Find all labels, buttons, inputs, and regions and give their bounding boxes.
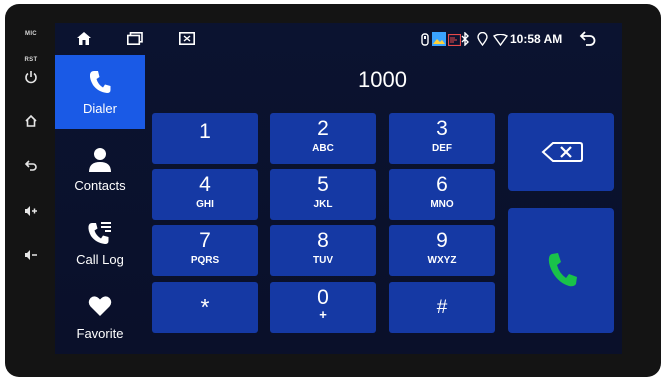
key-1[interactable]: 1 — [152, 113, 258, 164]
nav-item-contacts[interactable]: Contacts — [55, 135, 145, 209]
call-icon — [548, 252, 578, 293]
home-icon[interactable] — [76, 31, 92, 51]
key-5[interactable]: 5 JKL — [270, 169, 376, 220]
person-icon — [55, 147, 145, 173]
key-3[interactable]: 3 DEF — [389, 113, 495, 164]
call-log-icon — [55, 221, 145, 247]
back-icon[interactable] — [579, 30, 596, 51]
key-4[interactable]: 4 GHI — [152, 169, 258, 220]
key-star[interactable]: * — [152, 282, 258, 333]
power-icon[interactable] — [16, 70, 46, 87]
nav-label-dialer: Dialer — [83, 101, 117, 116]
nav-item-dialer[interactable]: Dialer — [55, 55, 145, 129]
nav-item-favorite[interactable]: Favorite — [55, 283, 145, 354]
home-icon[interactable] — [16, 114, 46, 131]
nav-label-call-log: Call Log — [76, 252, 124, 267]
dialer-screen: 10:58 AM Dialer Contacts Call Log Favori… — [55, 23, 622, 354]
volume-up-icon[interactable] — [16, 204, 46, 221]
reset-hole[interactable]: RST — [16, 48, 46, 64]
key-7[interactable]: 7 PQRS — [152, 225, 258, 276]
nav-label-favorite: Favorite — [76, 326, 124, 341]
dialed-number: 1000 — [358, 67, 407, 92]
nav-item-call-log[interactable]: Call Log — [55, 209, 145, 283]
key-8[interactable]: 8 TUV — [270, 225, 376, 276]
gallery-icon — [432, 32, 446, 51]
screen-icon[interactable] — [179, 32, 195, 50]
rst-label: RST — [24, 57, 38, 63]
clock: 10:58 AM — [510, 32, 563, 46]
mic-label: MIC — [25, 31, 37, 37]
key-9[interactable]: 9 WXYZ — [389, 225, 495, 276]
volume-down-icon[interactable] — [16, 248, 46, 265]
side-controls: MIC RST — [16, 20, 46, 280]
phone-icon — [55, 69, 145, 95]
key-2[interactable]: 2 ABC — [270, 113, 376, 164]
recent-apps-icon[interactable] — [127, 32, 143, 50]
backspace-icon — [541, 141, 583, 168]
nav-label-contacts: Contacts — [74, 178, 126, 193]
usb-icon — [421, 33, 429, 51]
dialer-nav: Dialer Contacts Call Log Favorite — [55, 55, 145, 354]
mic-hole: MIC — [16, 22, 46, 38]
cast-icon — [447, 33, 462, 51]
bluetooth-icon — [461, 31, 470, 51]
call-button[interactable] — [508, 208, 614, 333]
key-0[interactable]: 0 + — [270, 282, 376, 333]
heart-icon — [55, 295, 145, 321]
key-6[interactable]: 6 MNO — [389, 169, 495, 220]
wifi-icon — [492, 33, 509, 51]
location-icon — [477, 31, 488, 51]
key-hash[interactable]: # — [389, 282, 495, 333]
status-bar: 10:58 AM — [55, 23, 622, 55]
backspace-button[interactable] — [508, 113, 614, 191]
back-icon[interactable] — [16, 158, 46, 175]
